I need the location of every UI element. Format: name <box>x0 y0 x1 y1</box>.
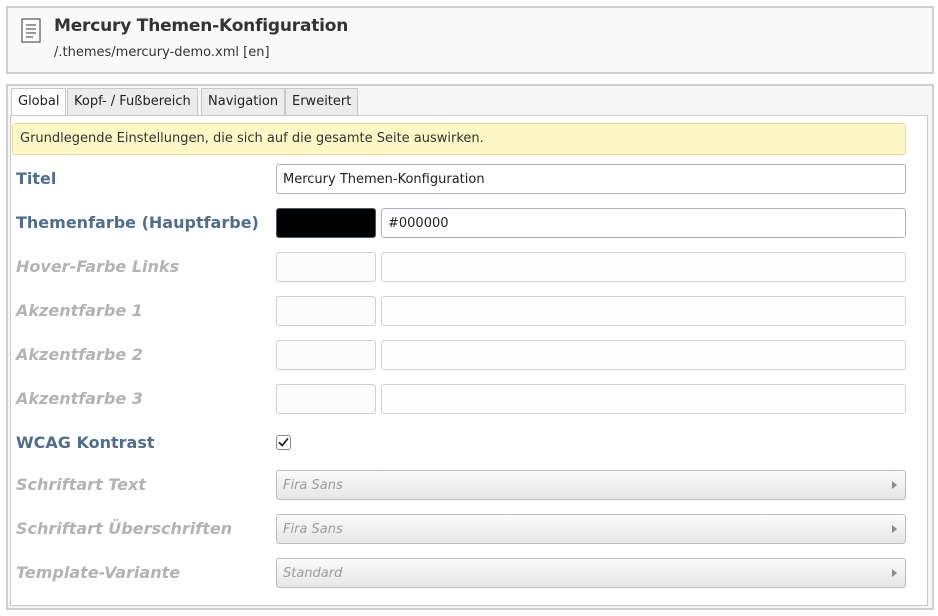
title-input[interactable] <box>276 164 906 194</box>
hover-color-input[interactable] <box>381 252 906 282</box>
font-headings-value: Fira Sans <box>283 522 343 537</box>
file-path: /.themes/mercury-demo.xml [en] <box>54 45 270 60</box>
font-headings-label: Schriftart Überschriften <box>16 519 233 538</box>
checkmark-icon <box>278 438 289 447</box>
info-message: Grundlegende Einstellungen, die sich auf… <box>12 123 906 155</box>
tab-advanced[interactable]: Erweitert <box>285 88 359 115</box>
hover-color-label: Hover-Farbe Links <box>16 257 180 276</box>
accent-color-3-label: Akzentfarbe 3 <box>16 389 143 408</box>
title-label: Titel <box>16 169 57 188</box>
font-text-value: Fira Sans <box>283 478 343 493</box>
wcag-contrast-checkbox[interactable] <box>276 435 291 450</box>
accent-color-1-swatch[interactable] <box>276 296 376 326</box>
font-text-select[interactable]: Fira Sans <box>276 470 906 500</box>
tab-global[interactable]: Global <box>11 88 67 116</box>
accent-color-1-label: Akzentfarbe 1 <box>16 301 143 320</box>
tab-header-footer[interactable]: Kopf- / Fußbereich <box>67 88 198 115</box>
wcag-contrast-label: WCAG Kontrast <box>16 433 155 452</box>
hover-color-swatch[interactable] <box>276 252 376 282</box>
tab-navigation[interactable]: Navigation <box>201 88 286 115</box>
template-variant-label: Template-Variante <box>16 563 181 582</box>
accent-color-2-input[interactable] <box>381 340 906 370</box>
font-text-label: Schriftart Text <box>16 475 146 494</box>
caret-right-icon <box>892 569 897 577</box>
caret-right-icon <box>892 525 897 533</box>
template-variant-value: Standard <box>283 566 343 581</box>
theme-color-input[interactable] <box>381 208 906 238</box>
theme-color-swatch[interactable] <box>276 208 376 238</box>
accent-color-3-swatch[interactable] <box>276 384 376 414</box>
accent-color-3-input[interactable] <box>381 384 906 414</box>
theme-color-label: Themenfarbe (Hauptfarbe) <box>16 213 259 232</box>
editor-header: Mercury Themen-Konfiguration /.themes/me… <box>6 6 934 74</box>
caret-right-icon <box>892 481 897 489</box>
font-headings-select[interactable]: Fira Sans <box>276 514 906 544</box>
accent-color-1-input[interactable] <box>381 296 906 326</box>
template-variant-select[interactable]: Standard <box>276 558 906 588</box>
accent-color-2-swatch[interactable] <box>276 340 376 370</box>
accent-color-2-label: Akzentfarbe 2 <box>16 345 143 364</box>
document-icon <box>21 18 41 43</box>
page-title: Mercury Themen-Konfiguration <box>54 16 349 36</box>
